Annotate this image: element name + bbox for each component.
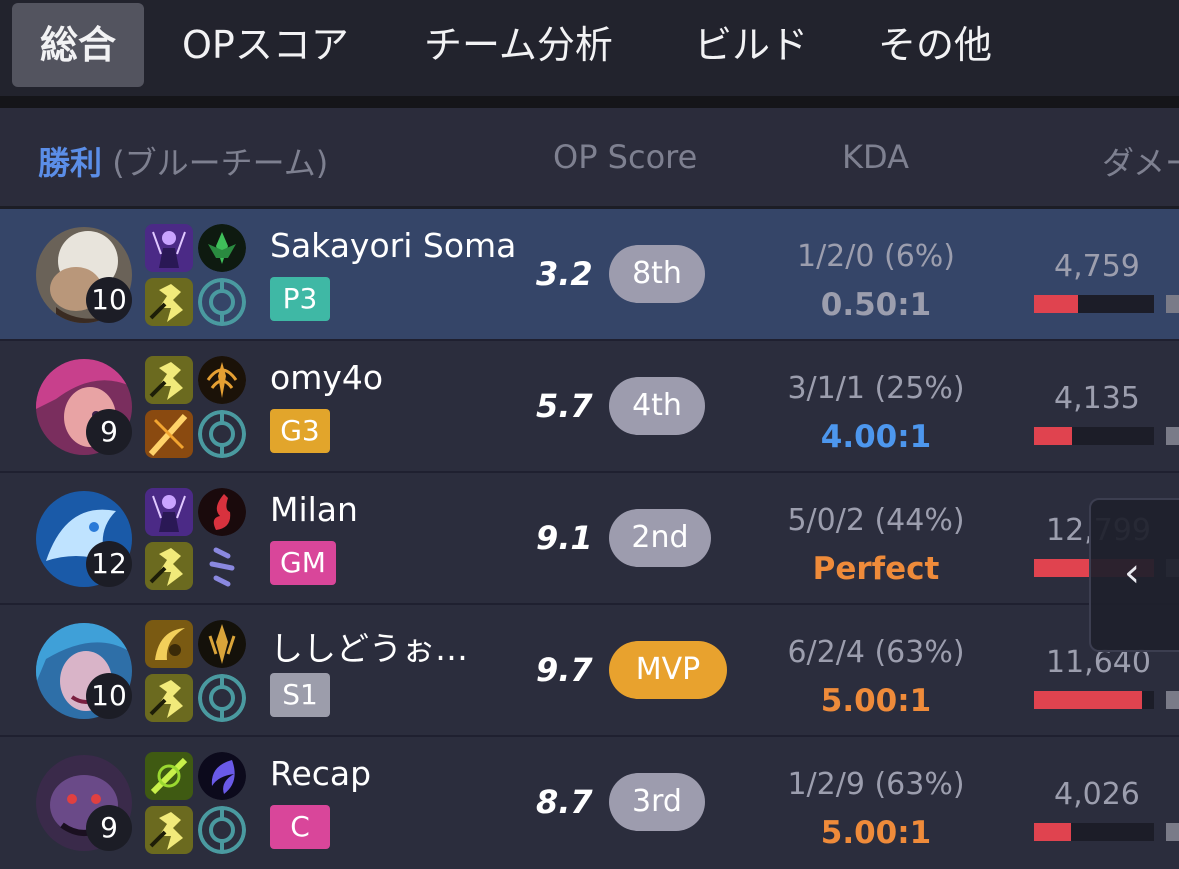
flash-spell-icon[interactable]	[145, 674, 193, 722]
table-header: 勝利 (ブルーチーム) OP Score KDA ダメー	[0, 108, 1179, 209]
damage-bar	[1034, 427, 1154, 445]
team-result-heading: 勝利 (ブルーチーム)	[38, 138, 328, 184]
kda-value: 5/0/2 (44%)	[787, 503, 965, 538]
secondary-rune-icon[interactable]	[198, 542, 246, 590]
mvp-badge: MVP	[609, 641, 727, 699]
kda-ratio: Perfect	[812, 551, 940, 587]
op-score-value: 8.7	[536, 783, 593, 821]
damage-taken-bar	[1166, 691, 1179, 709]
table-row[interactable]: 9 Recap C 8.7 3rd 1/2/9 (63%) 5.00:1 4,0…	[0, 737, 1179, 869]
kda-value: 6/2/4 (63%)	[787, 635, 965, 670]
damage-value: 4,026	[1054, 777, 1140, 812]
champion-level: 10	[86, 277, 132, 323]
player-name[interactable]: omy4o	[270, 358, 383, 397]
tier-badge: GM	[270, 541, 336, 585]
summoner-spell-icon[interactable]	[145, 410, 193, 458]
table-row[interactable]: 10 ししどうぉ… S1 9.7 MVP 6/2/4 (63%) 5.00:1 …	[0, 605, 1179, 737]
kda-value: 1/2/9 (63%)	[787, 767, 965, 802]
player-name[interactable]: ししどうぉ…	[270, 622, 468, 670]
tab-overview[interactable]: 総合	[12, 3, 144, 87]
damage-taken-bar	[1166, 427, 1179, 445]
op-score-value: 3.2	[536, 255, 593, 293]
tab-build[interactable]: ビルド	[694, 3, 808, 87]
rank-badge: 2nd	[609, 509, 711, 567]
secondary-rune-icon[interactable]	[198, 278, 246, 326]
secondary-rune-icon[interactable]	[198, 806, 246, 854]
damage-bar	[1034, 691, 1154, 709]
damage-taken-bar	[1166, 295, 1179, 313]
rune-icon[interactable]	[198, 224, 246, 272]
rune-icon[interactable]	[198, 752, 246, 800]
tier-badge: S1	[270, 673, 330, 717]
kda-ratio: 4.00:1	[820, 419, 932, 455]
tab-op-score[interactable]: OPスコア	[182, 3, 349, 87]
flash-spell-icon[interactable]	[145, 356, 193, 404]
tabs-divider	[0, 96, 1179, 108]
rank-badge: 8th	[609, 245, 705, 303]
rune-icon[interactable]	[198, 356, 246, 404]
rank-badge: 3rd	[609, 773, 705, 831]
player-name[interactable]: Sakayori Soma	[270, 226, 516, 265]
champion-level: 9	[86, 805, 132, 851]
kda-ratio: 5.00:1	[820, 683, 932, 719]
damage-column-header[interactable]: ダメー	[1102, 138, 1179, 184]
rune-icon[interactable]	[198, 620, 246, 668]
tab-other[interactable]: その他	[878, 3, 992, 87]
kda-ratio: 5.00:1	[820, 815, 932, 851]
rank-badge: 4th	[609, 377, 705, 435]
kda-value: 1/2/0 (6%)	[796, 239, 955, 274]
table-row[interactable]: 9 omy4o G3 5.7 4th 3/1/1 (25%) 4.00:1 4,…	[0, 341, 1179, 473]
kda-column-header[interactable]: KDA	[842, 138, 909, 176]
champion-level: 9	[86, 409, 132, 455]
team-label: (ブルーチーム)	[112, 144, 329, 182]
player-name[interactable]: Milan	[270, 490, 358, 529]
tier-badge: P3	[270, 277, 330, 321]
tier-badge: G3	[270, 409, 330, 453]
tab-team-analysis[interactable]: チーム分析	[424, 3, 613, 87]
damage-value: 4,759	[1054, 249, 1140, 284]
chevron-left-icon[interactable]: ‹	[1124, 553, 1140, 593]
summoner-spell-icon[interactable]	[145, 224, 193, 272]
player-name[interactable]: Recap	[270, 754, 371, 793]
damage-value: 4,135	[1054, 381, 1140, 416]
champion-level: 10	[86, 673, 132, 719]
damage-bar	[1034, 295, 1154, 313]
op-score-value: 5.7	[536, 387, 593, 425]
damage-taken-bar	[1166, 823, 1179, 841]
op-score-value: 9.1	[536, 519, 593, 557]
flash-spell-icon[interactable]	[145, 806, 193, 854]
summoner-spell-icon[interactable]	[145, 488, 193, 536]
table-row[interactable]: 12 Milan GM 9.1 2nd 5/0/2 (44%) Perfect …	[0, 473, 1179, 605]
secondary-rune-icon[interactable]	[198, 410, 246, 458]
champion-level: 12	[86, 541, 132, 587]
kda-value: 3/1/1 (25%)	[787, 371, 965, 406]
summoner-spell-icon[interactable]	[145, 620, 193, 668]
damage-bar	[1034, 823, 1154, 841]
kda-ratio: 0.50:1	[820, 287, 932, 323]
op-score-value: 9.7	[536, 651, 593, 689]
secondary-rune-icon[interactable]	[198, 674, 246, 722]
tab-bar: 総合 OPスコア チーム分析 ビルド その他	[0, 0, 1179, 96]
op-score-column-header[interactable]: OP Score	[553, 138, 697, 176]
tier-badge: C	[270, 805, 330, 849]
table-row[interactable]: 10 Sakayori Soma P3 3.2 8th 1/2/0 (6%) 0…	[0, 209, 1179, 341]
result-label: 勝利	[38, 144, 103, 182]
flash-spell-icon[interactable]	[145, 542, 193, 590]
rune-icon[interactable]	[198, 488, 246, 536]
flash-spell-icon[interactable]	[145, 278, 193, 326]
summoner-spell-icon[interactable]	[145, 752, 193, 800]
